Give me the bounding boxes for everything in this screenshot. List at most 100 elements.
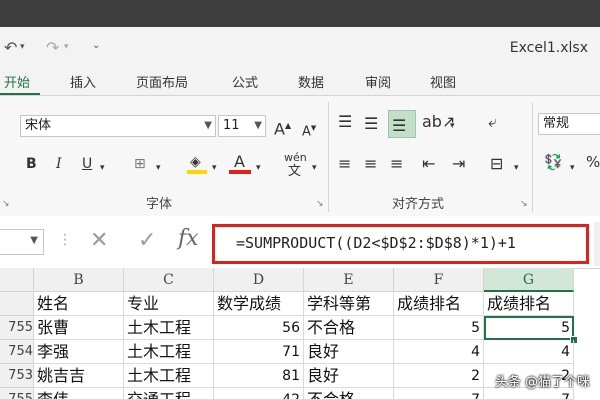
table-cell[interactable]: 土木工程 <box>124 316 214 340</box>
font-name-value: 宋体 <box>25 118 52 133</box>
number-format-select[interactable]: 常规 <box>538 113 600 135</box>
table-cell[interactable]: 7 <box>394 388 484 400</box>
table-cell[interactable]: 土木工程 <box>124 340 214 364</box>
merge-center-icon[interactable]: ⊟ <box>490 152 503 176</box>
tab-home[interactable]: 开始 <box>4 72 30 91</box>
row-header[interactable] <box>0 292 34 316</box>
percent-button[interactable]: % <box>586 150 600 174</box>
table-cell[interactable]: 学科等第 <box>304 292 394 316</box>
column-header[interactable]: E <box>304 268 394 292</box>
align-middle-icon[interactable]: ☰ <box>364 112 378 136</box>
formula-bar-scroll[interactable] <box>594 222 600 266</box>
currency-dropdown-icon[interactable]: ▾ <box>570 156 575 180</box>
tab-formulas[interactable]: 公式 <box>232 72 258 91</box>
underline-button[interactable]: U <box>82 152 92 176</box>
table-cell[interactable]: 5 <box>394 316 484 340</box>
tab-view[interactable]: 视图 <box>430 72 456 91</box>
column-header[interactable]: B <box>34 268 124 292</box>
table-cell[interactable]: 姓名 <box>34 292 124 316</box>
align-left-icon[interactable]: ≡ <box>338 152 351 176</box>
tab-page-layout[interactable]: 页面布局 <box>136 72 188 91</box>
column-header-selected[interactable]: G <box>484 268 574 292</box>
shrink-font-label: A <box>302 124 311 140</box>
row-header[interactable]: 755 <box>0 316 34 340</box>
tab-insert[interactable]: 插入 <box>70 72 96 91</box>
table-cell[interactable]: 良好 <box>304 364 394 388</box>
decrease-indent-icon[interactable]: ⇤ <box>422 152 435 176</box>
table-cell[interactable]: 专业 <box>124 292 214 316</box>
underline-dropdown-icon[interactable]: ▾ <box>100 156 105 180</box>
border-icon[interactable]: ⊞ <box>134 152 146 176</box>
column-header[interactable]: C <box>124 268 214 292</box>
italic-button[interactable]: I <box>56 152 62 176</box>
table-cell[interactable]: 71 <box>214 340 304 364</box>
column-header[interactable]: D <box>214 268 304 292</box>
group-divider <box>532 102 533 212</box>
alignment-group-label: 对齐方式 <box>392 197 445 212</box>
font-color-swatch <box>229 170 251 174</box>
number-format-value: 常规 <box>543 116 570 131</box>
fill-color-swatch <box>187 170 207 174</box>
shrink-font-button[interactable]: A▼ <box>302 116 316 144</box>
column-header[interactable]: F <box>394 268 484 292</box>
align-right-icon[interactable]: ≡ <box>390 152 403 176</box>
tab-data[interactable]: 数据 <box>298 72 324 91</box>
cancel-icon[interactable]: ✕ <box>90 228 108 253</box>
table-cell[interactable]: 不合格 <box>304 316 394 340</box>
merge-dropdown-icon[interactable]: ▾ <box>514 156 519 180</box>
table-cell[interactable]: 李伟 <box>34 388 124 400</box>
bold-button[interactable]: B <box>26 152 37 176</box>
row-header[interactable]: 754 <box>0 340 34 364</box>
wrap-text-icon[interactable]: ⤶ <box>488 110 497 134</box>
table-cell[interactable]: 良好 <box>304 340 394 364</box>
align-top-icon[interactable]: ☰ <box>338 110 352 134</box>
increase-indent-icon[interactable]: ⇥ <box>452 152 465 176</box>
table-cell[interactable]: 56 <box>214 316 304 340</box>
active-tab-indicator <box>0 93 40 95</box>
font-launcher-icon[interactable]: ↘ <box>316 199 324 209</box>
formula-input[interactable]: =SUMPRODUCT((D2<$D$2:$D$8)*1)+1 <box>236 234 516 252</box>
table-cell[interactable]: 数学成绩 <box>214 292 304 316</box>
currency-icon[interactable]: 💱 <box>544 150 563 174</box>
font-name-select[interactable]: 宋体 ▼ <box>20 115 216 137</box>
alignment-launcher-icon[interactable]: ↘ <box>520 199 528 209</box>
table-cell[interactable]: 4 <box>484 340 574 364</box>
redo-dropdown-icon[interactable]: ▾ <box>64 42 69 52</box>
font-size-select[interactable]: 11 ▼ <box>218 115 266 137</box>
border-dropdown-icon[interactable]: ▾ <box>156 156 161 180</box>
redo-icon[interactable]: ↷ <box>46 38 59 57</box>
table-cell[interactable]: 4 <box>394 340 484 364</box>
fill-dropdown-icon[interactable]: ▾ <box>212 156 217 180</box>
orientation-dropdown-icon[interactable]: ▾ <box>450 114 455 138</box>
table-cell[interactable]: 成绩排名 <box>394 292 484 316</box>
table-cell[interactable]: 不合格 <box>304 388 394 400</box>
selected-cell[interactable]: 5 <box>484 316 574 340</box>
row-header[interactable]: 755 <box>0 388 34 400</box>
table-cell[interactable]: 张曹 <box>34 316 124 340</box>
file-name: Excel1.xlsx <box>509 40 588 56</box>
phonetic-dropdown-icon[interactable]: ▾ <box>312 156 317 180</box>
undo-dropdown-icon[interactable]: ▾ <box>20 42 25 52</box>
font-color-dropdown-icon[interactable]: ▾ <box>256 156 261 180</box>
undo-icon[interactable]: ↶ <box>4 38 17 57</box>
table-cell[interactable]: 李强 <box>34 340 124 364</box>
enter-icon[interactable]: ✓ <box>138 228 156 253</box>
table-cell[interactable]: 2 <box>394 364 484 388</box>
table-cell[interactable]: 成绩排名 <box>484 292 574 316</box>
tab-review[interactable]: 审阅 <box>365 72 391 91</box>
phonetic-icon: 文 <box>288 164 302 179</box>
table-cell[interactable]: 81 <box>214 364 304 388</box>
row-header[interactable]: 753 <box>0 364 34 388</box>
table-cell[interactable]: 42 <box>214 388 304 400</box>
select-all-corner[interactable] <box>0 268 34 292</box>
clipboard-launcher-icon[interactable]: ↘ <box>2 199 10 209</box>
name-box[interactable]: ▼ <box>0 229 44 255</box>
customize-icon[interactable]: ⌄ <box>92 40 100 51</box>
chevron-down-icon: ▼ <box>254 120 262 131</box>
align-center-icon[interactable]: ≡ <box>364 152 377 176</box>
table-cell[interactable]: 姚吉吉 <box>34 364 124 388</box>
insert-function-icon[interactable]: fx <box>178 226 199 251</box>
grow-font-button[interactable]: A▲ <box>274 114 291 141</box>
table-cell[interactable]: 土木工程 <box>124 364 214 388</box>
table-cell[interactable]: 交通工程 <box>124 388 214 400</box>
